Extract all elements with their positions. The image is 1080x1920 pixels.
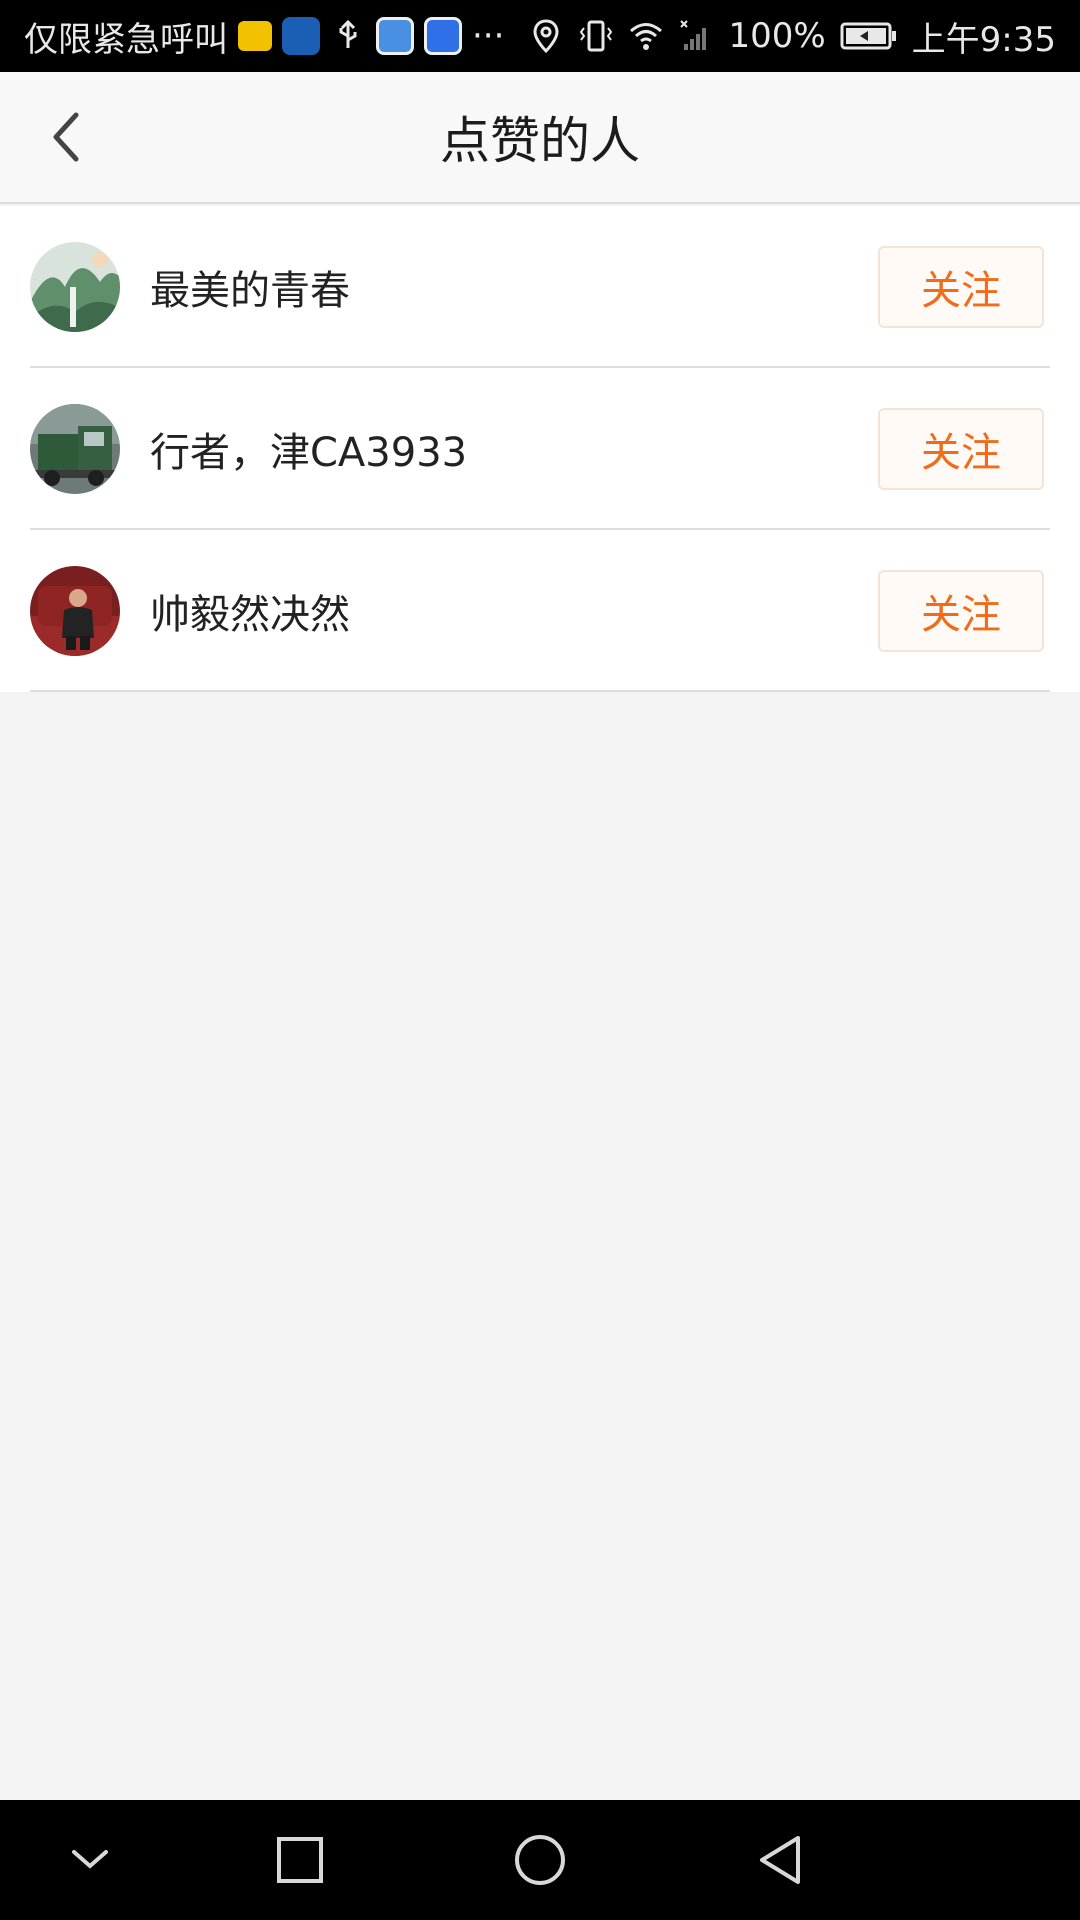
battery-percent: 100% xyxy=(728,16,826,56)
follow-button[interactable]: 关注 xyxy=(878,408,1044,490)
avatar[interactable] xyxy=(30,566,120,656)
nav-home-icon[interactable] xyxy=(510,1830,570,1890)
top-app-bar: 点赞的人 xyxy=(0,72,1080,204)
likers-list: 最美的青春 关注 行者，津CA3933 关注 帅毅然决然 关注 xyxy=(0,206,1080,692)
location-icon xyxy=(533,19,559,54)
maps-app-icon xyxy=(376,17,414,55)
list-item[interactable]: 帅毅然决然 关注 xyxy=(0,530,1080,692)
page-title: 点赞的人 xyxy=(440,112,640,170)
carrier-text: 仅限紧急呼叫 xyxy=(24,19,228,60)
landscape-painting-avatar xyxy=(30,242,120,332)
taxi-app-icon xyxy=(238,21,272,51)
truck-avatar xyxy=(30,404,120,494)
divider xyxy=(30,690,1050,692)
baidu-app-icon xyxy=(424,17,462,55)
avatar[interactable] xyxy=(30,242,120,332)
user-name[interactable]: 行者，津CA3933 xyxy=(150,368,467,530)
shield-app-icon xyxy=(282,17,320,55)
person-on-sofa-avatar xyxy=(30,566,120,656)
usb-icon xyxy=(339,19,357,48)
list-item[interactable]: 行者，津CA3933 关注 xyxy=(0,368,1080,530)
nav-hide-icon[interactable] xyxy=(60,1830,120,1890)
nav-back-icon[interactable] xyxy=(750,1830,810,1890)
signal-icon xyxy=(680,20,707,50)
user-name[interactable]: 帅毅然决然 xyxy=(150,530,350,692)
nav-recents-icon[interactable] xyxy=(270,1830,330,1890)
follow-button[interactable]: 关注 xyxy=(878,570,1044,652)
user-name[interactable]: 最美的青春 xyxy=(150,206,350,368)
vibrate-icon xyxy=(580,20,613,52)
battery-icon xyxy=(840,22,896,50)
follow-button[interactable]: 关注 xyxy=(878,246,1044,328)
clock: 上午9:35 xyxy=(911,19,1056,60)
wifi-icon xyxy=(630,23,663,50)
system-navigation-bar xyxy=(0,1800,1080,1920)
more-notifications-icon: ··· xyxy=(472,16,505,56)
avatar[interactable] xyxy=(30,404,120,494)
list-item[interactable]: 最美的青春 关注 xyxy=(0,206,1080,368)
status-bar: 仅限紧急呼叫 ··· 100% 上午9:35 xyxy=(0,0,1080,72)
